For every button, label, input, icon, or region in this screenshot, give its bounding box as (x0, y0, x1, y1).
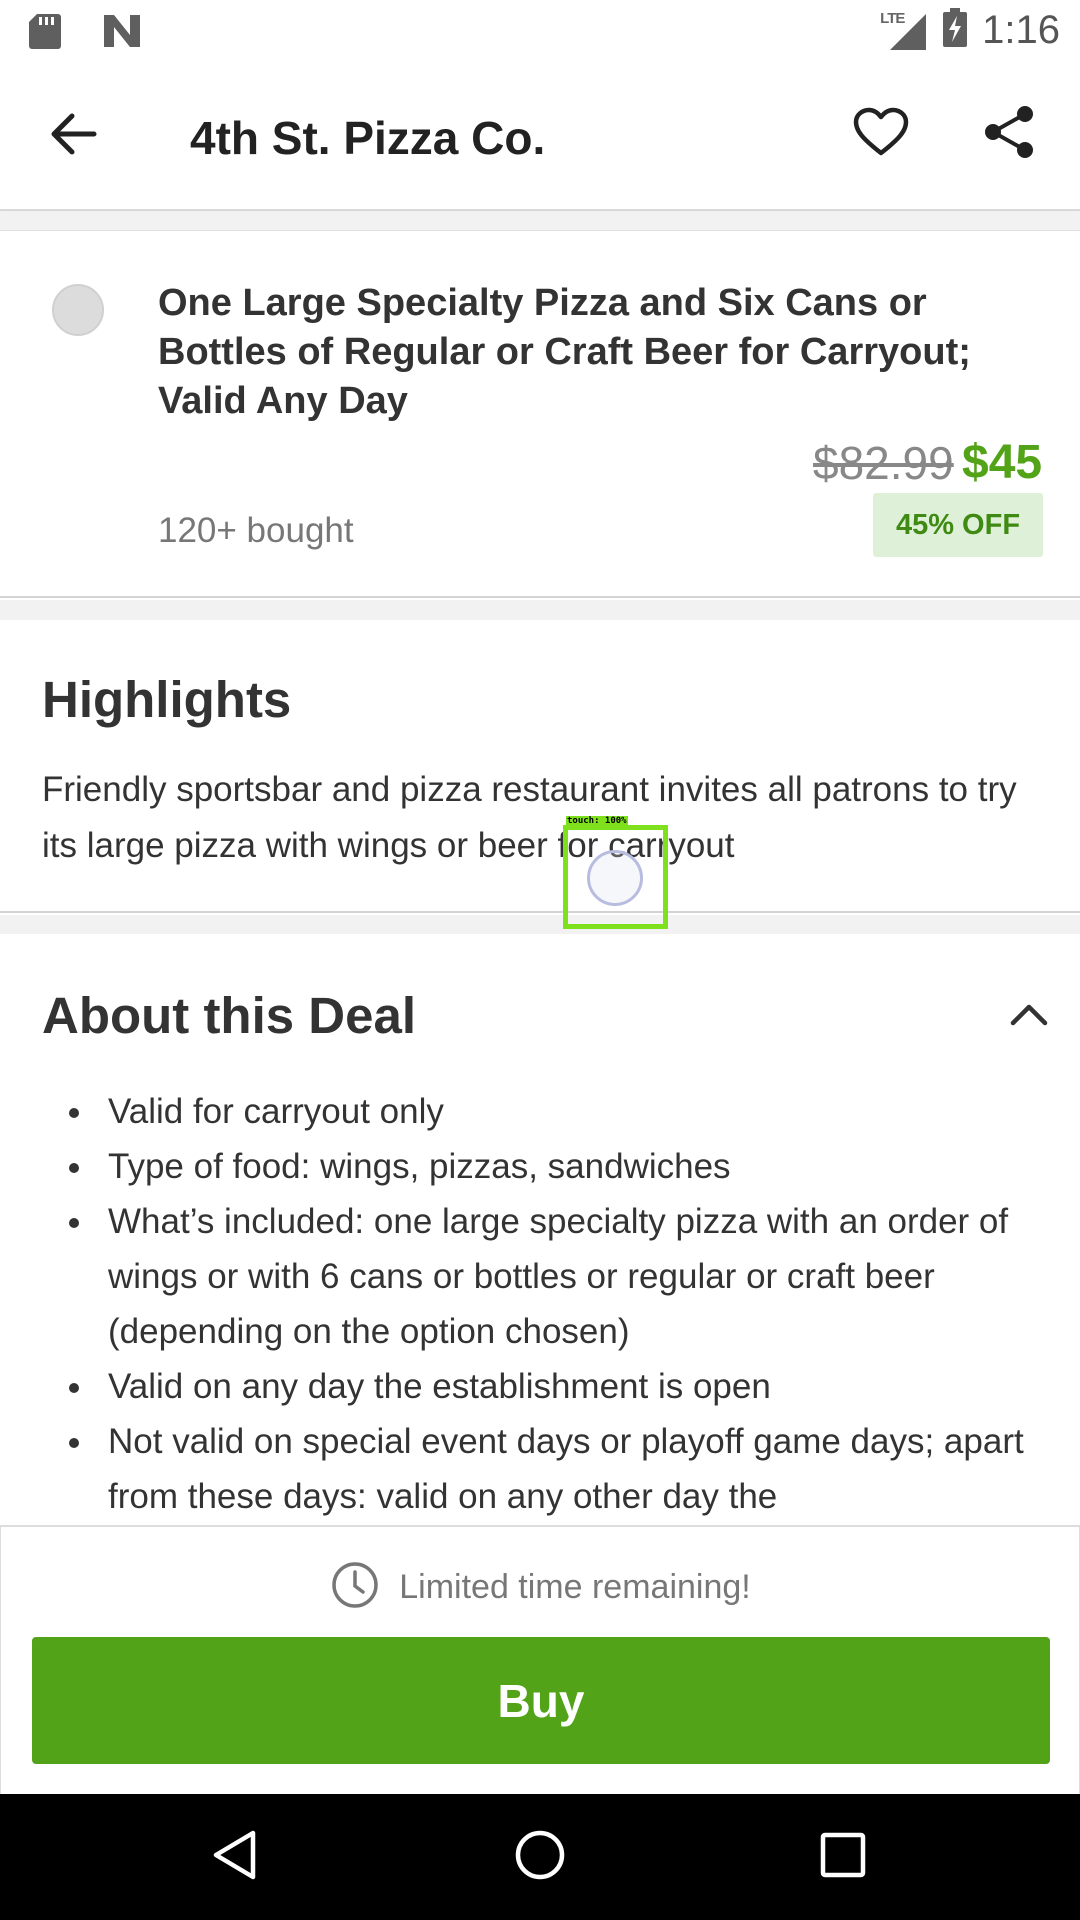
clock-icon (331, 1561, 379, 1614)
nav-back-icon (211, 1829, 259, 1886)
list-item: Not valid on special event days or playo… (65, 1414, 1045, 1524)
chevron-up-icon (1009, 1001, 1049, 1032)
option-radio[interactable] (52, 284, 104, 336)
timer-row: Limited time remaining! (1, 1557, 1080, 1617)
nav-back-button[interactable] (200, 1822, 270, 1892)
option-title: One Large Specialty Pizza and Six Cans o… (158, 282, 971, 422)
bought-count: 120+ bought (158, 511, 354, 550)
navigation-bar (0, 1794, 1080, 1920)
nav-home-button[interactable] (505, 1822, 575, 1892)
about-heading: About this Deal (42, 987, 417, 1044)
list-item: Type of food: wings, pizzas, sandwiches (65, 1139, 1045, 1194)
about-deal-section: About this Deal Valid for carryout only … (0, 934, 1080, 1534)
highlights-text: Friendly sportsbar and pizza restaurant … (42, 770, 1017, 865)
heart-icon (853, 107, 909, 162)
app-bar: 4th St. Pizza Co. (0, 63, 1080, 211)
list-item: Valid on any day the establishment is op… (65, 1359, 1045, 1414)
original-price: $82.99 (813, 437, 954, 489)
back-button[interactable] (40, 103, 106, 169)
divider (0, 915, 1080, 934)
touch-indicator-label: touch: 100% (566, 816, 628, 826)
sd-card-icon (28, 12, 62, 55)
highlights-heading: Highlights (42, 671, 292, 728)
deal-price: $45 (962, 436, 1043, 489)
deal-option-card[interactable]: One Large Specialty Pizza and Six Cans o… (0, 230, 1080, 598)
back-arrow-icon (48, 112, 98, 161)
list-item: Valid for carryout only (65, 1084, 1045, 1139)
n-logo-icon (102, 13, 142, 54)
nav-recents-button[interactable] (808, 1822, 878, 1892)
divider (0, 600, 1080, 620)
about-list: Valid for carryout only Type of food: wi… (65, 1084, 1045, 1524)
nav-home-icon (513, 1828, 567, 1887)
discount-badge: 45% OFF (873, 493, 1043, 557)
page-title: 4th St. Pizza Co. (190, 112, 546, 164)
divider (0, 212, 1080, 230)
buy-button[interactable]: Buy (32, 1637, 1050, 1764)
signal-icon: LTE (878, 10, 928, 52)
nav-recents-icon (819, 1831, 867, 1884)
status-time: 1:16 (982, 8, 1060, 52)
favorite-button[interactable] (848, 101, 914, 167)
share-icon (983, 105, 1035, 164)
buy-panel: Limited time remaining! Buy (0, 1525, 1080, 1794)
collapse-toggle[interactable] (1005, 992, 1053, 1040)
timer-text: Limited time remaining! (399, 1567, 751, 1606)
touch-point (587, 850, 643, 906)
battery-charging-icon (942, 8, 968, 53)
highlights-section: Highlights Friendly sportsbar and pizza … (0, 620, 1080, 913)
status-bar: LTE 1:16 (0, 0, 1080, 63)
list-item: What’s included: one large specialty piz… (65, 1194, 1045, 1359)
share-button[interactable] (976, 101, 1042, 167)
